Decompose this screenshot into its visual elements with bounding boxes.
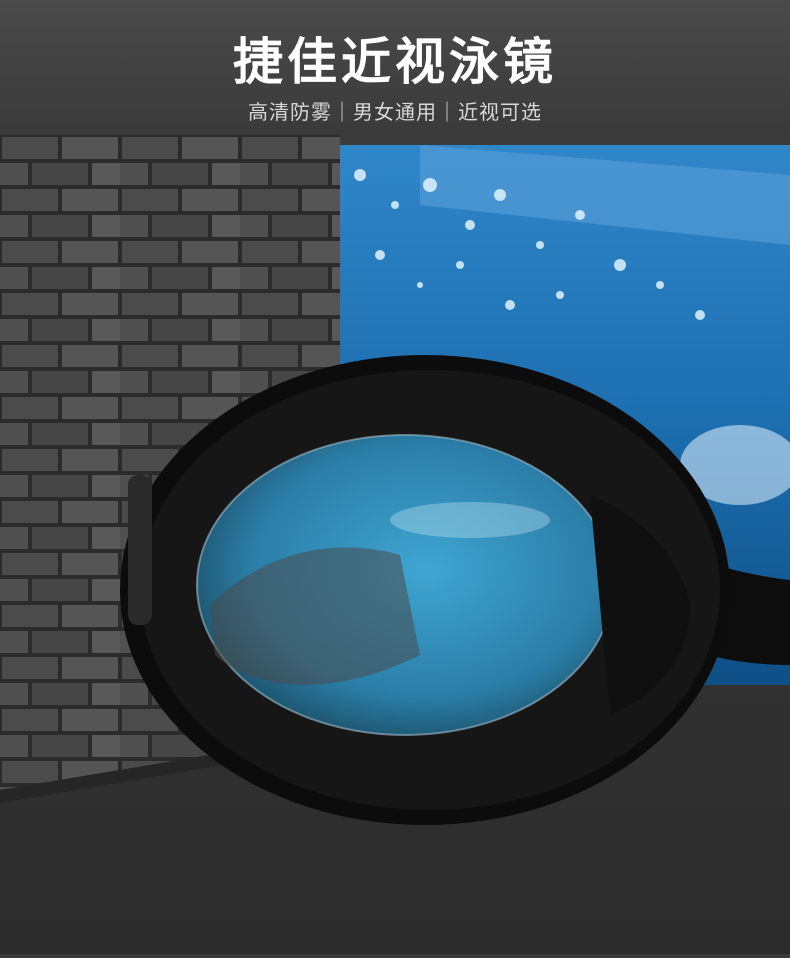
product-scene (0, 135, 790, 954)
lens-glare (390, 502, 550, 538)
page-title: 捷佳近视泳镜 (233, 33, 557, 91)
goggle-side-clip (128, 475, 152, 625)
header-banner: 捷佳近视泳镜 高清防雾｜男女通用｜近视可选 (0, 0, 790, 135)
page-subtitle: 高清防雾｜男女通用｜近视可选 (248, 100, 542, 124)
goggle-product-photo (0, 135, 790, 954)
